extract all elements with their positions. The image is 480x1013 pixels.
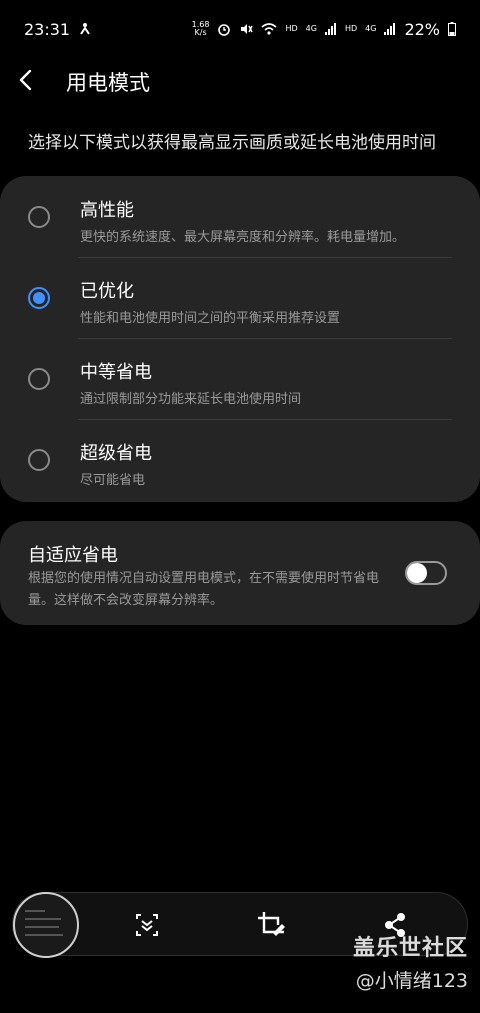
network-speed: 1.68 K/s bbox=[191, 20, 210, 37]
toggle-knob bbox=[407, 563, 427, 583]
signal-icon-2 bbox=[384, 23, 396, 35]
radio-button[interactable] bbox=[28, 448, 50, 471]
accessibility-icon bbox=[78, 22, 92, 36]
scroll-capture-icon bbox=[131, 914, 163, 945]
battery-icon bbox=[448, 22, 456, 36]
battery-percent: 22% bbox=[404, 19, 440, 39]
hd-indicator-1: HD bbox=[285, 24, 298, 33]
intro-text: 选择以下模式以获得最高显示画质或延长电池使用时间 bbox=[28, 133, 436, 153]
mode-title: 已优化 bbox=[80, 281, 134, 302]
adaptive-title: 自适应省电 bbox=[28, 545, 118, 566]
mode-description: 更快的系统速度、最大屏幕亮度和分辨率。耗电量增加。 bbox=[80, 230, 406, 245]
screenshot-thumbnail[interactable] bbox=[13, 892, 79, 958]
network-type-1: 4G bbox=[305, 24, 317, 33]
wifi-icon bbox=[261, 22, 277, 36]
network-type-2: 4G bbox=[365, 24, 377, 33]
mode-maximum-power-saving[interactable]: 超级省电 尽可能省电 bbox=[0, 419, 480, 500]
header: 用电模式 bbox=[0, 60, 480, 104]
adaptive-toggle-switch[interactable] bbox=[405, 561, 447, 585]
crop-edit-button[interactable] bbox=[255, 909, 287, 941]
radio-button[interactable] bbox=[28, 367, 50, 390]
radio-button-selected[interactable] bbox=[28, 286, 50, 309]
mode-title: 超级省电 bbox=[80, 443, 152, 464]
signal-icon-1 bbox=[324, 23, 337, 35]
back-button[interactable] bbox=[18, 60, 66, 104]
back-arrow-icon bbox=[18, 69, 32, 95]
status-time: 23:31 bbox=[24, 19, 71, 39]
mode-title: 中等省电 bbox=[80, 362, 152, 383]
mode-title: 高性能 bbox=[80, 200, 134, 221]
watermark-site: 盖乐世社区 bbox=[352, 936, 468, 961]
watermark-user: @小情绪123 bbox=[355, 970, 468, 992]
mode-description: 尽可能省电 bbox=[80, 473, 146, 488]
status-bar: 23:31 1.68 K/s HD 4G HD 4G 22% bbox=[0, 0, 480, 58]
power-mode-list: 高性能 更快的系统速度、最大屏幕亮度和分辨率。耗电量增加。 已优化 性能和电池使… bbox=[0, 176, 480, 502]
mode-medium-power-saving[interactable]: 中等省电 通过限制部分功能来延长电池使用时间 bbox=[0, 338, 480, 419]
scroll-capture-button[interactable] bbox=[131, 909, 163, 941]
crop-edit-icon bbox=[255, 912, 287, 945]
alarm-icon bbox=[217, 22, 231, 36]
watermark: 盖乐世社区 @小情绪123 bbox=[353, 930, 468, 993]
radio-button[interactable] bbox=[28, 205, 50, 228]
page-title: 用电模式 bbox=[66, 71, 150, 95]
hd-indicator-2: HD bbox=[344, 24, 358, 33]
mode-description: 通过限制部分功能来延长电池使用时间 bbox=[80, 392, 302, 407]
mode-optimized[interactable]: 已优化 性能和电池使用时间之间的平衡采用推荐设置 bbox=[0, 257, 480, 338]
mute-icon bbox=[239, 22, 254, 36]
mode-description: 性能和电池使用时间之间的平衡采用推荐设置 bbox=[80, 311, 341, 326]
adaptive-description: 根据您的使用情况自动设置用电模式，在不需要使用时节省电量。这样做不会改变屏幕分辨… bbox=[28, 571, 380, 608]
mode-high-performance[interactable]: 高性能 更快的系统速度、最大屏幕亮度和分辨率。耗电量增加。 bbox=[0, 176, 480, 257]
